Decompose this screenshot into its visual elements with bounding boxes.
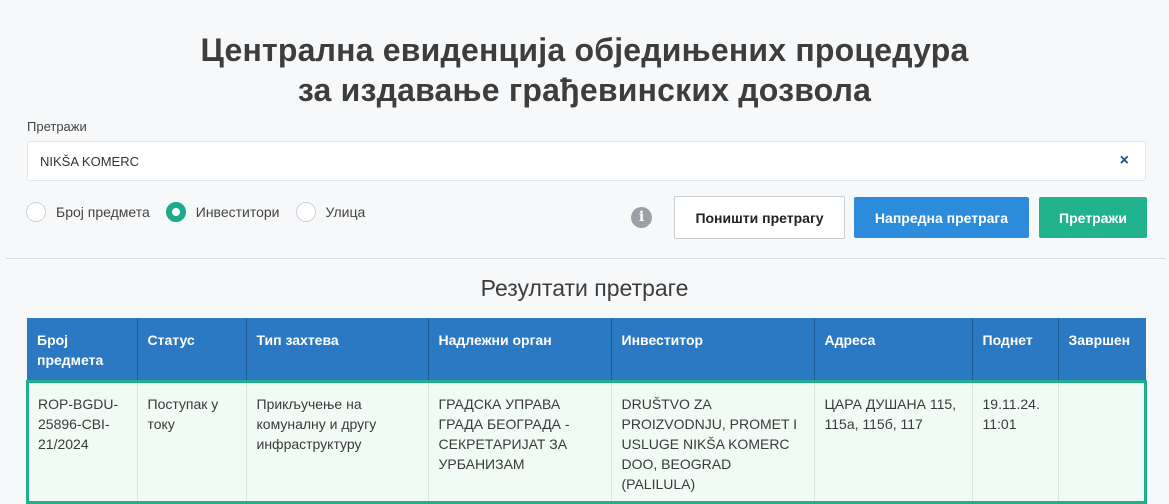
column-header-completed[interactable]: Завршен: [1058, 318, 1146, 382]
radio-investors[interactable]: Инвеститори: [165, 202, 280, 222]
search-type-radio-group: Број предмета Инвеститори Улица: [26, 202, 381, 222]
cell-case-number: ROP-BGDU-25896-CBI-21/2024: [26, 380, 138, 504]
column-header-status[interactable]: Статус: [137, 318, 247, 382]
column-header-submitted[interactable]: Поднет: [972, 318, 1059, 382]
advanced-search-button[interactable]: Напредна претрага: [854, 197, 1029, 238]
search-button[interactable]: Претражи: [1039, 197, 1147, 238]
table-header-row: Број предмета Статус Тип захтева Надлежн…: [27, 318, 1146, 382]
info-icon[interactable]: i: [631, 207, 652, 228]
page-title: Централна евиденција обједињених процеду…: [0, 30, 1169, 110]
column-header-case-number[interactable]: Број предмета: [27, 318, 138, 382]
cell-completed: [1058, 380, 1147, 504]
cell-authority: ГРАДСКА УПРАВА ГРАДА БЕОГРАДА - СЕКРЕТАР…: [428, 380, 612, 504]
radio-case-number[interactable]: Број предмета: [26, 202, 150, 222]
column-header-request-type[interactable]: Тип захтева: [246, 318, 429, 382]
column-header-investor[interactable]: Инвеститор: [611, 318, 815, 382]
reset-search-button[interactable]: Поништи претрагу: [674, 196, 845, 239]
cell-submitted: 19.11.24. 11:01: [972, 380, 1059, 504]
radio-label-case-number: Број предмета: [56, 204, 150, 220]
divider: [6, 258, 1166, 259]
search-label: Претражи: [27, 119, 87, 134]
results-title: Резултати претраге: [480, 275, 689, 301]
search-input[interactable]: [40, 142, 1100, 180]
radio-label-street: Улица: [325, 204, 366, 220]
close-icon[interactable]: ×: [1120, 153, 1129, 169]
cell-address: ЦАРА ДУШАНА 115, 115а, 115б, 117: [814, 380, 973, 504]
page-title-line2: за издавање грађевинских дозвола: [297, 72, 872, 108]
search-box: ×: [27, 141, 1146, 181]
column-header-authority[interactable]: Надлежни орган: [428, 318, 612, 382]
page-title-line1: Централна евиденција обједињених процеду…: [200, 32, 969, 68]
radio-button-street[interactable]: [295, 202, 316, 222]
table-row[interactable]: ROP-BGDU-25896-CBI-21/2024 Поступак у то…: [26, 380, 1147, 504]
column-header-address[interactable]: Адреса: [814, 318, 973, 382]
radio-button-investors[interactable]: [165, 202, 186, 222]
results-table: Број предмета Статус Тип захтева Надлежн…: [26, 318, 1147, 504]
cell-request-type: Прикључење на комуналну и другу инфрастр…: [246, 380, 429, 504]
radio-button-case-number[interactable]: [26, 202, 46, 222]
radio-street[interactable]: Улица: [295, 202, 366, 222]
cell-status: Поступак у току: [137, 380, 247, 504]
radio-label-investors: Инвеститори: [195, 204, 280, 220]
cell-investor: DRUŠTVO ZA PROIZVODNJU, PROMET I USLUGE …: [611, 380, 815, 504]
